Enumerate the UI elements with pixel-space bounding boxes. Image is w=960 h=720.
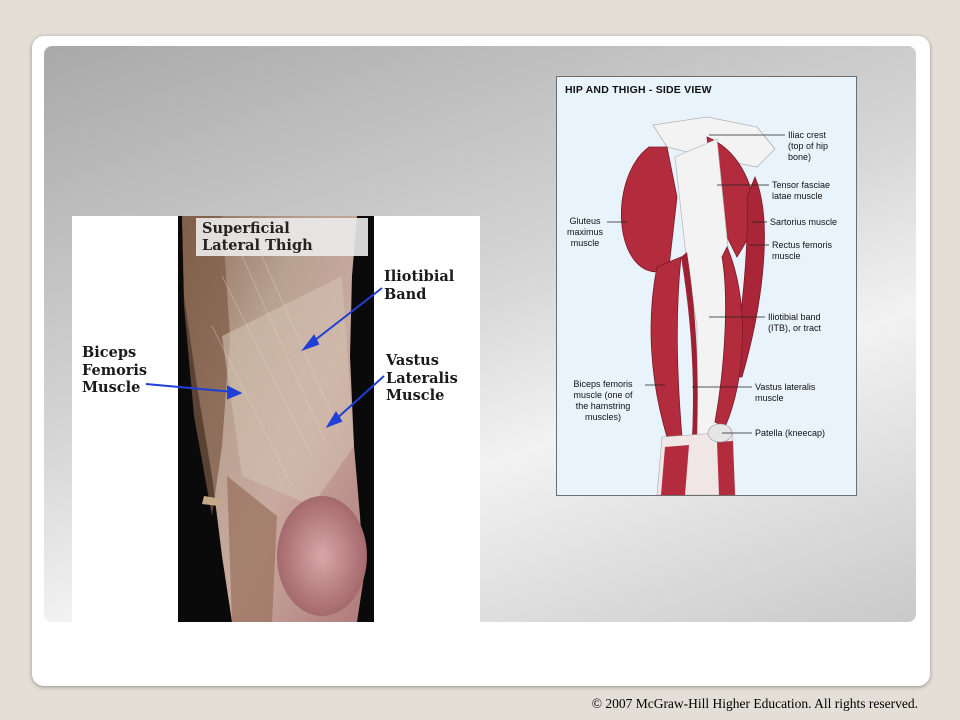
- photo-title: Superficial Lateral Thigh: [196, 218, 368, 256]
- label-patella: Patella (kneecap): [755, 428, 826, 438]
- label-iliac-crest: Iliac crest (top of hip bone): [788, 130, 829, 162]
- diagram-title: HIP AND THIGH - SIDE VIEW: [565, 84, 712, 96]
- label-vastus-lateralis: Vastus Lateralis Muscle: [386, 352, 458, 404]
- label-vastus-lateralis: Vastus lateralis muscle: [755, 382, 816, 403]
- label-iliotibial-band: Iliotibial Band: [384, 268, 455, 303]
- copyright-notice: © 2007 McGraw-Hill Higher Education. All…: [591, 696, 918, 711]
- label-iliotibial-band: Iliotibial band (ITB), or tract: [768, 312, 822, 333]
- label-tensor-fasciae-latae: Tensor fasciae latae muscle: [772, 180, 831, 201]
- label-biceps-femoris: Biceps femoris muscle (one of the hamstr…: [573, 379, 633, 422]
- label-biceps-femoris: Biceps Femoris Muscle: [82, 344, 148, 396]
- label-gluteus-maximus: Gluteus maximus muscle: [566, 216, 603, 248]
- label-rectus-femoris: Rectus femoris muscle: [772, 240, 833, 261]
- label-sartorius: Sartorius muscle: [770, 217, 838, 227]
- dissection-photo: Superficial Lateral Thigh Iliotibial Ban…: [72, 216, 480, 622]
- hip-thigh-diagram: HIP AND THIGH - SIDE VIEW Iliac crest (t…: [556, 76, 857, 496]
